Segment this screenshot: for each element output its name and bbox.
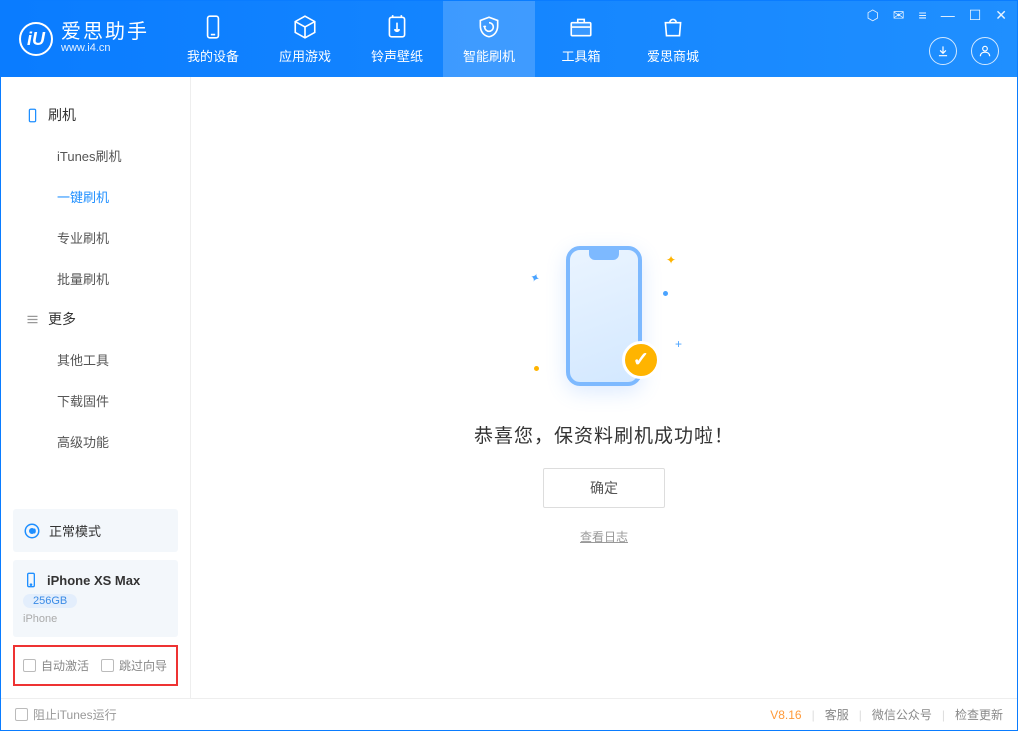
download-button[interactable] xyxy=(929,37,957,65)
maximize-button[interactable]: ☐ xyxy=(969,7,982,24)
footer: 阻止iTunes运行 V8.16 | 客服 | 微信公众号 | 检查更新 xyxy=(1,698,1017,730)
checkbox-icon xyxy=(101,659,114,672)
sidebar-item-batch[interactable]: 批量刷机 xyxy=(1,258,190,299)
dot-icon xyxy=(534,366,539,371)
tab-label: 爱思商城 xyxy=(647,46,699,65)
sidebar-item-firmware[interactable]: 下载固件 xyxy=(1,380,190,421)
device-box[interactable]: iPhone XS Max 256GB iPhone xyxy=(13,560,178,637)
tshirt-icon[interactable]: ⬡ xyxy=(867,7,879,24)
success-illustration: ✦ ✦ + ✓ xyxy=(504,231,704,401)
checkbox-skip-guide[interactable]: 跳过向导 xyxy=(101,657,167,674)
version-label: V8.16 xyxy=(770,708,801,722)
checkmark-badge-icon: ✓ xyxy=(622,341,660,379)
tab-label: 工具箱 xyxy=(561,46,600,65)
section-label: 刷机 xyxy=(48,105,76,125)
checkbox-label: 阻止iTunes运行 xyxy=(33,706,117,723)
window-controls: ⬡ ✉ ≡ — ☐ ✕ xyxy=(867,7,1007,24)
main-tabs: 我的设备 应用游戏 铃声壁纸 智能刷机 工具箱 爱思商城 xyxy=(167,1,719,77)
close-button[interactable]: ✕ xyxy=(995,7,1007,24)
tab-ringtone[interactable]: 铃声壁纸 xyxy=(351,1,443,77)
body: 刷机 iTunes刷机 一键刷机 专业刷机 批量刷机 更多 其他工具 下载固件 … xyxy=(1,77,1017,698)
menu-icon[interactable]: ≡ xyxy=(919,7,927,24)
sidebar: 刷机 iTunes刷机 一键刷机 专业刷机 批量刷机 更多 其他工具 下载固件 … xyxy=(1,77,191,698)
tab-store[interactable]: 爱思商城 xyxy=(627,1,719,77)
tab-label: 我的设备 xyxy=(187,46,239,65)
tab-label: 应用游戏 xyxy=(279,46,331,65)
header: iU 爱思助手 www.i4.cn 我的设备 应用游戏 铃声壁纸 智能刷机 工具… xyxy=(1,1,1017,77)
tab-toolbox[interactable]: 工具箱 xyxy=(535,1,627,77)
main-content: ✦ ✦ + ✓ 恭喜您，保资料刷机成功啦！ 确定 查看日志 xyxy=(191,77,1017,698)
sidebar-section-more: 更多 xyxy=(1,299,190,339)
user-button[interactable] xyxy=(971,37,999,65)
sidebar-section-flash: 刷机 xyxy=(1,95,190,135)
sidebar-item-advanced[interactable]: 高级功能 xyxy=(1,421,190,462)
checkbox-label: 自动激活 xyxy=(41,657,89,674)
ok-button[interactable]: 确定 xyxy=(543,468,665,508)
tab-label: 铃声壁纸 xyxy=(371,46,423,65)
mode-label: 正常模式 xyxy=(49,521,101,540)
device-name: iPhone XS Max xyxy=(47,573,140,588)
checkbox-label: 跳过向导 xyxy=(119,657,167,674)
tab-apps[interactable]: 应用游戏 xyxy=(259,1,351,77)
sidebar-item-pro[interactable]: 专业刷机 xyxy=(1,217,190,258)
minimize-button[interactable]: — xyxy=(941,7,955,24)
mode-box[interactable]: 正常模式 xyxy=(13,509,178,552)
spark-icon: ✦ xyxy=(528,269,542,286)
feedback-icon[interactable]: ✉ xyxy=(893,7,905,24)
spark-icon: ✦ xyxy=(666,253,676,267)
logo-icon: iU xyxy=(19,22,53,56)
section-label: 更多 xyxy=(48,309,76,329)
logo-text: 爱思助手 www.i4.cn xyxy=(61,22,149,55)
spark-icon: + xyxy=(675,337,682,351)
support-link[interactable]: 客服 xyxy=(825,706,849,723)
device-capacity: 256GB xyxy=(23,594,77,608)
footer-right: V8.16 | 客服 | 微信公众号 | 检查更新 xyxy=(770,706,1003,723)
view-log-link[interactable]: 查看日志 xyxy=(580,528,628,545)
success-message: 恭喜您，保资料刷机成功啦！ xyxy=(474,421,734,448)
app-name: 爱思助手 xyxy=(61,22,149,42)
dot-icon xyxy=(663,291,668,296)
update-link[interactable]: 检查更新 xyxy=(955,706,1003,723)
logo-area: iU 爱思助手 www.i4.cn xyxy=(1,22,167,56)
checkbox-icon xyxy=(15,708,28,721)
sidebar-item-other[interactable]: 其他工具 xyxy=(1,339,190,380)
tab-my-device[interactable]: 我的设备 xyxy=(167,1,259,77)
tab-smart-flash[interactable]: 智能刷机 xyxy=(443,1,535,77)
wechat-link[interactable]: 微信公众号 xyxy=(872,706,932,723)
app-url: www.i4.cn xyxy=(61,42,149,55)
options-highlight-box: 自动激活 跳过向导 xyxy=(13,645,178,686)
checkbox-block-itunes[interactable]: 阻止iTunes运行 xyxy=(15,706,117,723)
checkbox-icon xyxy=(23,659,36,672)
device-type: iPhone xyxy=(23,613,168,625)
sidebar-item-itunes[interactable]: iTunes刷机 xyxy=(1,135,190,176)
header-actions xyxy=(929,37,999,65)
tab-label: 智能刷机 xyxy=(463,46,515,65)
checkbox-auto-activate[interactable]: 自动激活 xyxy=(23,657,89,674)
sidebar-item-oneclick[interactable]: 一键刷机 xyxy=(1,176,190,217)
